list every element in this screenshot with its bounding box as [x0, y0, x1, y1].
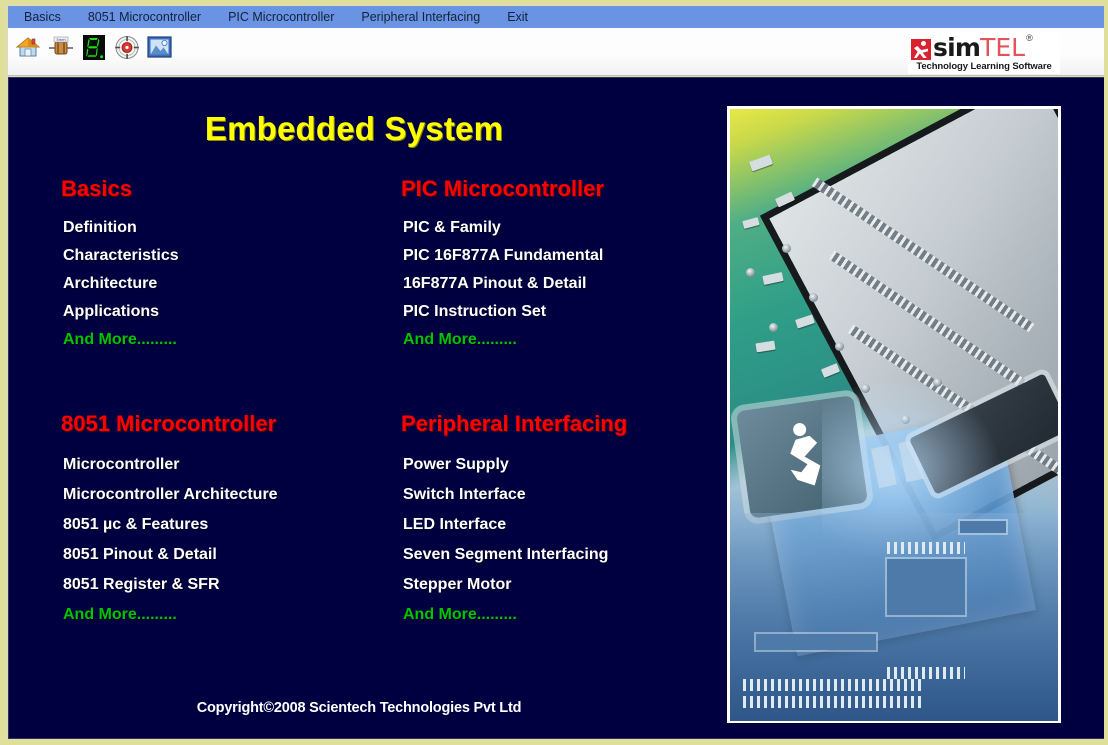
application-window: Basics 8051 Microcontroller PIC Microcon…: [0, 0, 1108, 745]
link-definition[interactable]: Definition: [57, 214, 141, 242]
section-pic-microcontroller: PIC Microcontroller PIC & Family PIC 16F…: [397, 176, 607, 354]
copyright-notice: Copyright©2008 Scientech Technologies Pv…: [196, 700, 522, 716]
menu-item-peripheral-interfacing[interactable]: Peripheral Interfacing: [361, 6, 480, 28]
section-8051-microcontroller: 8051 Microcontroller Microcontroller Mic…: [57, 411, 282, 630]
list-item: Power Supply: [397, 450, 627, 480]
svg-text:5mm: 5mm: [56, 38, 66, 42]
link-pic-instruction-set[interactable]: PIC Instruction Set: [397, 298, 550, 326]
link-architecture[interactable]: Architecture: [57, 270, 161, 298]
link-led-interface[interactable]: LED Interface: [397, 510, 510, 540]
simtel-logo: sim TEL ® Technology Learning Software: [908, 32, 1060, 74]
list-item: Switch Interface: [397, 480, 627, 510]
image-button[interactable]: [144, 33, 175, 64]
link-8051-register-and-sfr[interactable]: 8051 Register & SFR: [57, 570, 224, 600]
link-8051-uc-and-features[interactable]: 8051 µc & Features: [57, 510, 212, 540]
list-item: And More.........: [57, 326, 183, 354]
list-item: And More.........: [397, 600, 627, 630]
toolbar: 5mm sim TEL ® Technology Learning Softwa…: [8, 28, 1104, 76]
logo-text-tel: TEL: [980, 33, 1026, 62]
simtel-figure-mark: [911, 39, 931, 60]
link-and-more-pic[interactable]: And More.........: [397, 326, 521, 354]
link-list-basics: Definition Characteristics Architecture …: [57, 214, 183, 354]
link-list-pic: PIC & Family PIC 16F877A Fundamental 16F…: [397, 214, 607, 354]
page-title: Embedded System: [204, 110, 504, 147]
registered-trademark-icon: ®: [1026, 33, 1033, 43]
hero-image-frame: [727, 106, 1061, 723]
link-8051-pinout-and-detail[interactable]: 8051 Pinout & Detail: [57, 540, 221, 570]
logo-wordmark: sim TEL ®: [911, 34, 1057, 60]
list-item: Microcontroller: [57, 450, 282, 480]
section-heading-basics: Basics: [61, 176, 132, 201]
list-item: 16F877A Pinout & Detail: [397, 270, 607, 298]
list-item: PIC & Family: [397, 214, 607, 242]
list-item: Architecture: [57, 270, 183, 298]
list-item: LED Interface: [397, 510, 627, 540]
list-item: Microcontroller Architecture: [57, 480, 282, 510]
list-item: And More.........: [57, 600, 282, 630]
link-and-more-peripheral[interactable]: And More.........: [397, 600, 521, 630]
menu-bar: Basics 8051 Microcontroller PIC Microcon…: [8, 6, 1104, 28]
component-button[interactable]: 5mm: [45, 33, 76, 64]
link-list-8051: Microcontroller Microcontroller Architec…: [57, 450, 282, 630]
link-microcontroller-architecture[interactable]: Microcontroller Architecture: [57, 480, 282, 510]
home-button[interactable]: [12, 33, 43, 64]
list-item: Applications: [57, 298, 183, 326]
list-item: And More.........: [397, 326, 607, 354]
main-content-stage: Embedded System Basics Definition Charac…: [8, 77, 1104, 739]
link-power-supply[interactable]: Power Supply: [397, 450, 513, 480]
link-pic-16f877a-fundamental[interactable]: PIC 16F877A Fundamental: [397, 242, 607, 270]
list-item: Seven Segment Interfacing: [397, 540, 627, 570]
seven-segment-display-button[interactable]: [78, 33, 109, 64]
list-item: Characteristics: [57, 242, 183, 270]
meter-icon: [114, 35, 140, 63]
link-list-peripheral: Power Supply Switch Interface LED Interf…: [397, 450, 627, 630]
image-icon: [147, 35, 172, 62]
scientech-chip: [736, 395, 869, 519]
section-heading-pic-microcontroller: PIC Microcontroller: [401, 176, 604, 201]
link-microcontroller[interactable]: Microcontroller: [57, 450, 183, 480]
link-stepper-motor[interactable]: Stepper Motor: [397, 570, 515, 600]
link-characteristics[interactable]: Characteristics: [57, 242, 183, 270]
home-icon: [15, 35, 41, 62]
link-seven-segment-interfacing[interactable]: Seven Segment Interfacing: [397, 540, 612, 570]
link-16f877a-pinout-and-detail[interactable]: 16F877A Pinout & Detail: [397, 270, 590, 298]
logo-tagline: Technology Learning Software: [916, 61, 1052, 72]
logo-text-sim: sim: [933, 33, 981, 62]
link-and-more-8051[interactable]: And More.........: [57, 600, 181, 630]
circuit-board-photo: [730, 109, 1058, 721]
section-heading-peripheral-interfacing: Peripheral Interfacing: [401, 411, 628, 436]
seven-segment-display-icon: [82, 34, 105, 63]
menu-item-exit[interactable]: Exit: [507, 6, 528, 28]
component-icon: 5mm: [48, 35, 74, 62]
link-and-more-basics[interactable]: And More.........: [57, 326, 181, 354]
list-item: 8051 Register & SFR: [57, 570, 282, 600]
menu-item-pic-microcontroller[interactable]: PIC Microcontroller: [228, 6, 334, 28]
meter-button[interactable]: [111, 33, 142, 64]
list-item: PIC 16F877A Fundamental: [397, 242, 607, 270]
list-item: 8051 Pinout & Detail: [57, 540, 282, 570]
toolbar-button-group: 5mm: [12, 33, 175, 64]
menu-item-basics[interactable]: Basics: [24, 6, 61, 28]
list-item: Definition: [57, 214, 183, 242]
section-basics: Basics Definition Characteristics Archit…: [57, 176, 183, 354]
menu-item-8051-microcontroller[interactable]: 8051 Microcontroller: [88, 6, 201, 28]
list-item: 8051 µc & Features: [57, 510, 282, 540]
section-peripheral-interfacing: Peripheral Interfacing Power Supply Swit…: [397, 411, 627, 630]
list-item: PIC Instruction Set: [397, 298, 607, 326]
link-switch-interface[interactable]: Switch Interface: [397, 480, 530, 510]
section-heading-8051-microcontroller: 8051 Microcontroller: [61, 411, 277, 436]
link-applications[interactable]: Applications: [57, 298, 163, 326]
list-item: Stepper Motor: [397, 570, 627, 600]
link-pic-and-family[interactable]: PIC & Family: [397, 214, 505, 242]
